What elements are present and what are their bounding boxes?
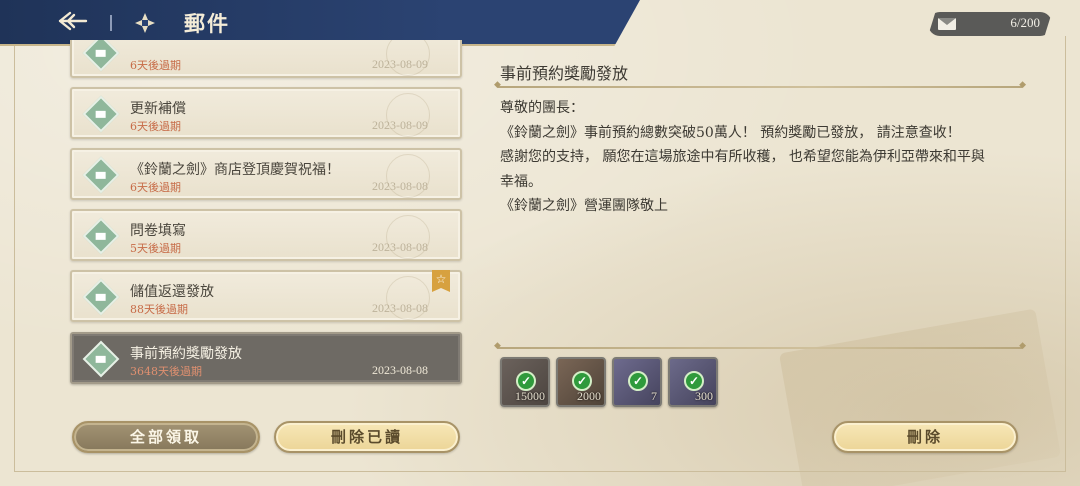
attachments-divider <box>494 341 1026 351</box>
mail-item-title: 更新補償 <box>130 101 186 117</box>
body-line: 尊敬的團長： <box>500 100 584 116</box>
mail-envelope-icon <box>82 156 120 194</box>
mail-detail-body: 尊敬的團長： 《鈴蘭之劍》事前預約總數突破50萬人！ 預約獎勵已發放， 請注意查… <box>500 96 1030 219</box>
page-title: 郵件 <box>184 11 230 36</box>
mail-list-item[interactable]: 更新補償 6天後過期 2023-08-09 <box>70 87 462 139</box>
mail-item-expire: 5天後過期 <box>130 242 181 255</box>
mail-item-date: 2023-08-09 <box>372 118 428 132</box>
mail-list-item[interactable]: 《鈴蘭之劍》商店登頂慶賀祝福！ 6天後過期 2023-08-08 <box>70 148 462 200</box>
mail-envelope-icon <box>82 40 120 72</box>
mail-envelope-icon <box>82 95 120 133</box>
reward-item-coin[interactable]: ✓ 15000 <box>500 357 550 407</box>
mail-item-date: 2023-08-08 <box>372 179 428 193</box>
envelope-icon <box>938 18 956 30</box>
body-line: 幸福。 <box>500 173 542 190</box>
reward-quantity: 300 <box>695 389 713 403</box>
mail-item-title: 《鈴蘭之劍》商店登頂慶賀祝福！ <box>130 162 340 178</box>
mail-list-item-selected[interactable]: 事前預約獎勵發放 3648天後過期 2023-08-08 <box>70 332 462 384</box>
mail-envelope-icon <box>82 278 120 316</box>
mail-item-expire: 3648天後過期 <box>130 365 202 378</box>
claimed-check-icon: ✓ <box>628 371 648 391</box>
reward-item-ticket[interactable]: ✓ 7 <box>612 357 662 407</box>
reward-item-gem[interactable]: ✓ 2000 <box>556 357 606 407</box>
mail-item-title: 事前預約獎勵發放 <box>130 346 242 362</box>
reward-quantity: 2000 <box>577 389 601 403</box>
mail-count-badge: 6/200 <box>928 12 1052 36</box>
reward-item-material[interactable]: ✓ 300 <box>668 357 718 407</box>
claimed-check-icon: ✓ <box>572 371 592 391</box>
mail-item-expire: 88天後過期 <box>130 303 188 316</box>
mail-item-title: 儲值返還發放 <box>130 284 214 300</box>
mail-list-item[interactable]: ☆ 儲值返還發放 88天後過期 2023-08-08 <box>70 270 462 322</box>
mail-list-item[interactable]: 6天後過期 2023-08-09 <box>70 40 462 78</box>
mail-item-date: 2023-08-09 <box>372 57 428 71</box>
body-line: 感謝您的支持， 願您在這場旅途中有所收穫， 也希望您能為伊利亞帶來和平與 <box>500 149 985 165</box>
mail-item-date: 2023-08-08 <box>372 240 428 254</box>
back-arrow-icon[interactable] <box>56 10 90 36</box>
mail-list-item[interactable]: 問卷填寫 5天後過期 2023-08-08 <box>70 209 462 261</box>
delete-read-button[interactable]: 刪除已讀 <box>274 421 460 453</box>
reward-quantity: 7 <box>651 389 657 403</box>
title-divider <box>494 80 1026 90</box>
mail-envelope-icon <box>82 217 120 255</box>
mail-count-text: 6/200 <box>1010 15 1040 30</box>
mail-item-date: 2023-08-08 <box>372 301 428 315</box>
claimed-check-icon: ✓ <box>684 371 704 391</box>
mail-list[interactable]: 6天後過期 2023-08-09 更新補償 6天後過期 2023-08-09 《… <box>68 40 466 390</box>
mail-item-expire: 6天後過期 <box>130 120 181 133</box>
body-line: 《鈴蘭之劍》營運團隊敬上 <box>500 198 668 214</box>
claimed-check-icon: ✓ <box>516 371 536 391</box>
reward-quantity: 15000 <box>515 389 545 403</box>
header-separator <box>110 15 112 31</box>
mail-item-expire: 6天後過期 <box>130 181 181 194</box>
delete-button[interactable]: 刪除 <box>832 421 1018 453</box>
star-bookmark-icon: ☆ <box>432 270 450 292</box>
mail-envelope-icon <box>82 340 120 378</box>
mail-item-title: 問卷填寫 <box>130 223 186 239</box>
mail-item-date: 2023-08-08 <box>372 363 428 377</box>
claim-all-button[interactable]: 全部領取 <box>72 421 260 453</box>
mail-item-expire: 6天後過期 <box>130 59 181 72</box>
mail-emblem-icon <box>134 12 156 34</box>
body-line: 《鈴蘭之劍》事前預約總數突破50萬人！ 預約獎勵已發放， 請注意查收！ <box>500 124 961 141</box>
mail-detail-title: 事前預約獎勵發放 <box>500 64 629 83</box>
